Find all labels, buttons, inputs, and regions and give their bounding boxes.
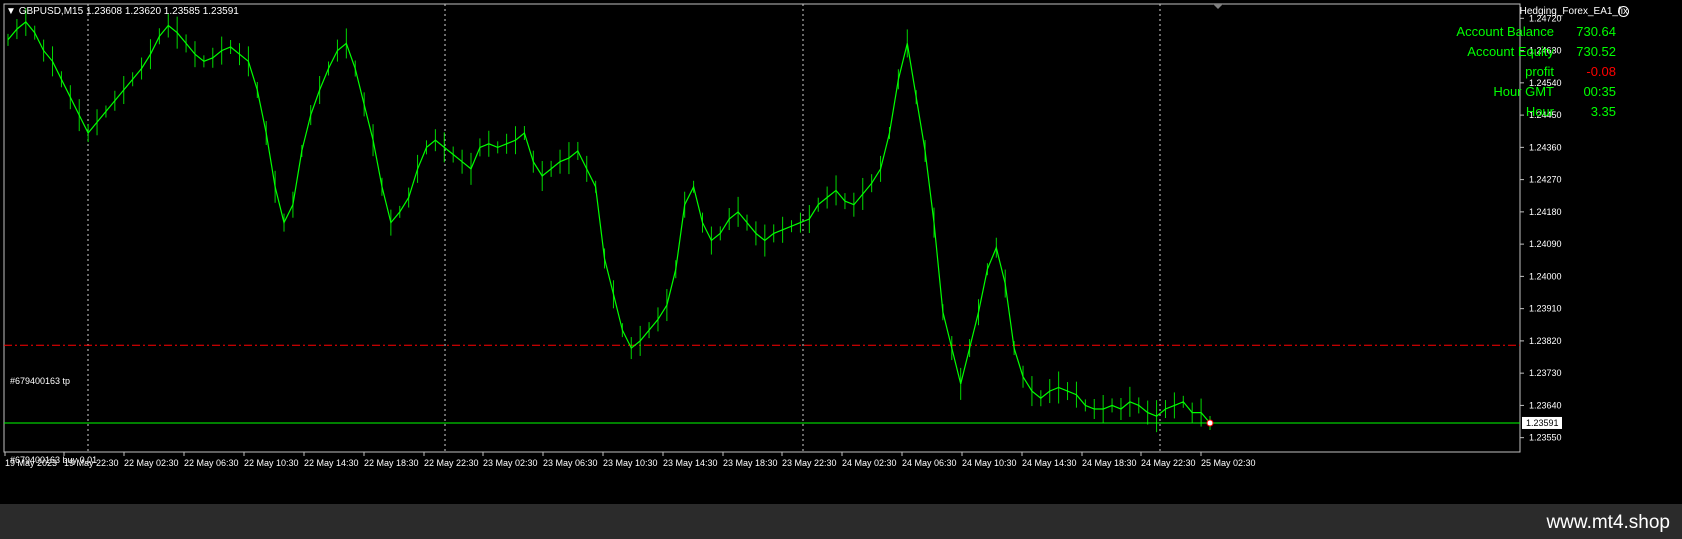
y-tick-label: 1.24000 — [1529, 271, 1562, 281]
info-value: 3.35 — [1590, 104, 1616, 119]
y-tick-label: 1.24270 — [1529, 175, 1562, 185]
y-tick-label: 1.24090 — [1529, 239, 1562, 249]
x-tick-label: 23 May 14:30 — [663, 458, 718, 468]
symbol-header: ▼ GBPUSD,M15 1.23608 1.23620 1.23585 1.2… — [6, 6, 239, 17]
price-series-line — [7, 21, 1211, 424]
expert-advisor-name: Hedging_Forex_EA1_fix — [1519, 6, 1628, 17]
info-value: 730.64 — [1576, 24, 1616, 39]
x-tick-label: 23 May 22:30 — [782, 458, 837, 468]
watermark: www.mt4.shop — [1546, 512, 1670, 533]
info-row: Hour 3.35 — [1400, 104, 1616, 124]
x-tick-label: 23 May 10:30 — [603, 458, 658, 468]
dropdown-triangle-icon[interactable]: ▼ — [6, 6, 16, 17]
x-tick-label: 24 May 22:30 — [1141, 458, 1196, 468]
info-value: -0.08 — [1586, 64, 1616, 79]
chart-area[interactable]: 19 May 2023 19 May 22:30 22 May 02:30 22 Ma… — [0, 0, 1682, 504]
trade-arrow-icon — [1206, 419, 1214, 427]
chart-shift-icon — [1213, 4, 1223, 9]
info-label: Account Balance — [1456, 24, 1554, 39]
ohlc-values: 1.23608 1.23620 1.23585 1.23591 — [85, 6, 239, 17]
info-value: 00:35 — [1583, 84, 1616, 99]
x-tick-label: 25 May 02:30 — [1201, 458, 1256, 468]
x-tick-label: 23 May 18:30 — [723, 458, 778, 468]
info-label: Account Equity — [1467, 44, 1554, 59]
y-tick-label: 1.23730 — [1529, 368, 1562, 378]
x-tick-label: 22 May 18:30 — [364, 458, 419, 468]
x-tick-label: 24 May 14:30 — [1022, 458, 1077, 468]
entry-order-label[interactable]: #679400163 buy 0.01 — [10, 455, 97, 465]
y-tick-label: 1.23550 — [1529, 433, 1562, 443]
symbol-label: GBPUSD,M15 — [18, 6, 84, 17]
x-tick-label: 22 May 14:30 — [304, 458, 359, 468]
y-tick-label: 1.23820 — [1529, 336, 1562, 346]
info-row: Hour GMT 00:35 — [1400, 84, 1616, 104]
y-tick-label: 1.24360 — [1529, 142, 1562, 152]
current-price-label: 1.23591 — [1526, 418, 1559, 428]
x-tick-label: 23 May 06:30 — [543, 458, 598, 468]
x-tick-label: 24 May 06:30 — [902, 458, 957, 468]
info-row: Account Balance 730.64 — [1400, 24, 1616, 44]
info-label: Hour GMT — [1493, 84, 1554, 99]
y-tick-label: 1.24180 — [1529, 207, 1562, 217]
x-tick-label: 22 May 22:30 — [424, 458, 479, 468]
plot-frame — [3, 3, 1521, 453]
x-tick-label: 24 May 02:30 — [842, 458, 897, 468]
footer-bar: www.mt4.shop — [0, 504, 1682, 539]
account-info-panel: Account Balance 730.64 Account Equity 73… — [1400, 24, 1616, 124]
y-tick-label: 1.23910 — [1529, 304, 1562, 314]
info-row: profit -0.08 — [1400, 64, 1616, 84]
info-row: Account Equity 730.52 — [1400, 44, 1616, 64]
x-tick-label: 22 May 02:30 — [124, 458, 179, 468]
x-tick-label: 22 May 10:30 — [244, 458, 299, 468]
x-tick-label: 23 May 02:30 — [483, 458, 538, 468]
info-label: Hour — [1525, 104, 1554, 119]
info-value: 730.52 — [1576, 44, 1616, 59]
x-tick-label: 24 May 10:30 — [962, 458, 1017, 468]
tp-order-label[interactable]: #679400163 tp — [10, 376, 70, 386]
x-tick-label: 24 May 18:30 — [1082, 458, 1137, 468]
info-label: profit — [1525, 64, 1554, 79]
x-tick-label: 22 May 06:30 — [184, 458, 239, 468]
smiley-icon[interactable] — [1618, 6, 1629, 17]
y-tick-label: 1.23640 — [1529, 400, 1562, 410]
